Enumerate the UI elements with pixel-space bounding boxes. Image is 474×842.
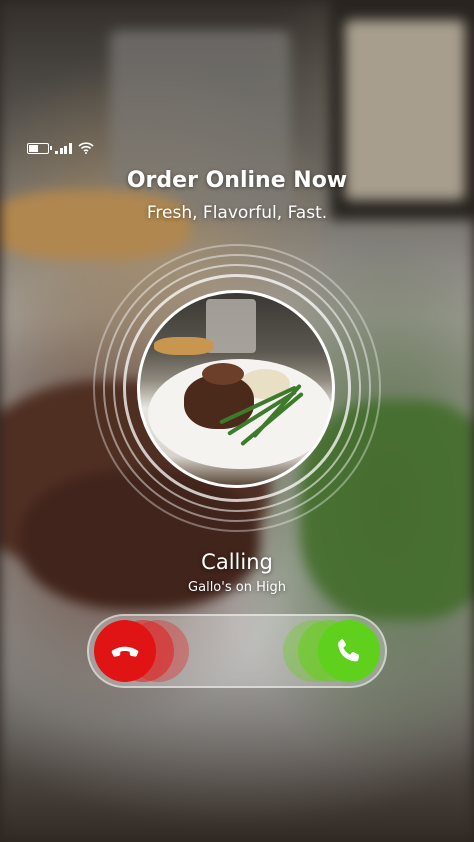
phone-icon — [338, 638, 360, 662]
page-subtitle: Fresh, Flavorful, Fast. — [146, 203, 328, 223]
battery-icon — [27, 142, 52, 154]
wifi-icon — [77, 142, 94, 154]
decline-call-button[interactable] — [94, 620, 156, 682]
signal-icon — [55, 142, 72, 154]
accept-call-button[interactable] — [318, 620, 380, 682]
caller-avatar — [137, 290, 335, 488]
hang-up-icon — [111, 646, 139, 657]
caller-name: Gallo's on High — [188, 580, 286, 595]
page-title: Order Online Now — [126, 168, 348, 193]
status-bar — [27, 142, 94, 154]
call-status: Calling — [201, 550, 273, 574]
